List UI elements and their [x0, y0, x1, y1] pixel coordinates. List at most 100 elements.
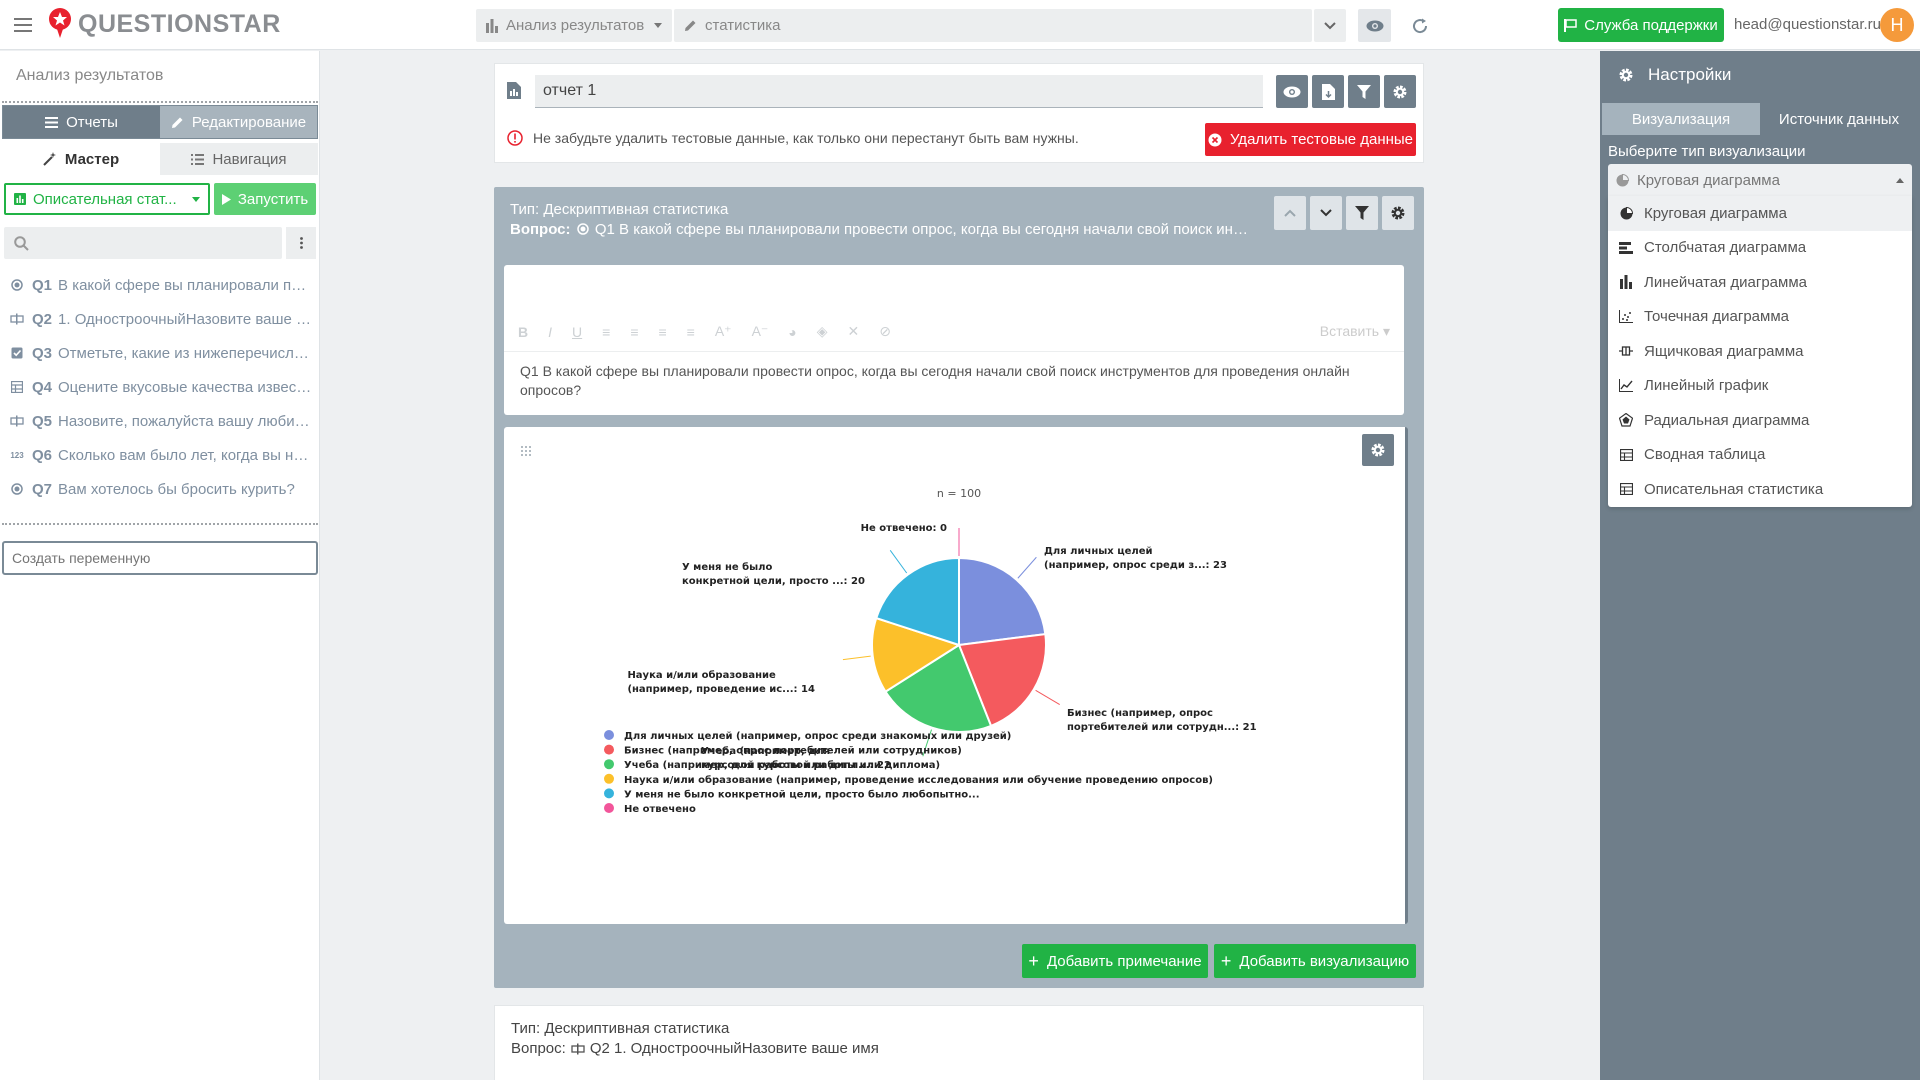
report-settings-button[interactable]	[1384, 75, 1416, 108]
box-plot-icon	[1618, 346, 1634, 356]
survey-dropdown-button[interactable]	[1314, 9, 1346, 42]
mode-reports-button[interactable]: Отчеты	[3, 106, 160, 138]
top-bar: QUESTIONSTAR Анализ результатов статисти…	[0, 0, 1920, 50]
user-email[interactable]: head@questionstar.ru	[1734, 16, 1881, 33]
legend-label: У меня не было конкретной цели, просто б…	[624, 788, 980, 800]
font-increase-icon[interactable]: A⁺	[715, 323, 732, 340]
survey-input[interactable]: статистика	[674, 9, 1312, 42]
menu-icon[interactable]	[14, 16, 34, 34]
vis-option-label: Круговая диаграмма	[1644, 204, 1787, 222]
search-input[interactable]	[37, 235, 272, 251]
bar-chart-icon	[1618, 275, 1634, 290]
vis-option-column[interactable]: Линейчатая диаграмма	[1608, 265, 1912, 300]
legend-marker	[604, 773, 614, 784]
tab-master[interactable]: Мастер	[2, 143, 160, 175]
bar-chart-icon	[486, 18, 498, 33]
run-button[interactable]: Запустить	[214, 183, 316, 215]
refresh-button[interactable]	[1406, 12, 1434, 40]
analysis-type-select[interactable]: Описательная стат...	[4, 183, 210, 215]
section-select[interactable]: Анализ результатов	[476, 9, 672, 42]
question-item-q3[interactable]: Q3 Отметьте, какие из нижеперечисленн...	[0, 336, 320, 370]
vis-option-pivot[interactable]: Сводная таблица	[1608, 438, 1912, 473]
more-options-button[interactable]	[286, 227, 316, 259]
report-export-button[interactable]	[1312, 75, 1344, 108]
align-left-icon[interactable]: ≡	[602, 324, 610, 340]
font-decrease-icon[interactable]: A⁻	[752, 323, 769, 340]
section-select-label: Анализ результатов	[506, 17, 645, 34]
palette-icon[interactable]: ◕	[788, 324, 796, 340]
clear-format-icon[interactable]: ✕	[848, 323, 860, 340]
chevron-down-icon	[1320, 209, 1332, 217]
vis-option-box[interactable]: Ящичковая диаграмма	[1608, 334, 1912, 369]
question-item-q7[interactable]: Q7 Вам хотелось бы бросить курить?	[0, 472, 320, 506]
report-name-input[interactable]: отчет 1	[535, 75, 1263, 108]
add-visualization-label: Добавить визуализацию	[1239, 952, 1410, 970]
avatar[interactable]: H	[1880, 8, 1914, 42]
question-number: Q1	[32, 276, 53, 294]
vis-option-descriptive[interactable]: Описательная статистика	[1608, 472, 1912, 507]
block-settings-button[interactable]	[1382, 196, 1414, 230]
scatter-icon	[1618, 310, 1634, 324]
support-button[interactable]: Служба поддержки	[1558, 8, 1724, 42]
question-item-q2[interactable]: Q2 1. ОдностроочныйНазовите ваше имя	[0, 302, 320, 336]
vis-option-scatter[interactable]: Точечная диаграмма	[1608, 300, 1912, 335]
editor-toolbar: B I U ≡ ≡ ≡ ≡ A⁺ A⁻ ◕ ◈ ✕ ⊘	[518, 323, 1390, 340]
vis-type-select[interactable]: Круговая диаграмма	[1608, 164, 1912, 196]
question-item-q4[interactable]: Q4 Оцените вкусовые качества известн...	[0, 370, 320, 404]
tab-data-source[interactable]: Источник данных	[1760, 103, 1918, 135]
question-number: Q7	[32, 480, 53, 498]
delete-test-data-button[interactable]: Удалить тестовые данные	[1205, 123, 1416, 156]
align-center-icon[interactable]: ≡	[630, 324, 638, 340]
move-down-button[interactable]	[1310, 196, 1342, 230]
align-justify-icon[interactable]: ≡	[687, 324, 695, 340]
vis-option-pie[interactable]: Круговая диаграмма	[1608, 196, 1912, 231]
preview-button[interactable]	[1358, 9, 1391, 42]
add-visualization-button[interactable]: + Добавить визуализацию	[1214, 944, 1416, 978]
analysis-type-label: Описательная стат...	[33, 190, 177, 208]
radar-chart-icon	[1618, 413, 1634, 427]
legend-label: Наука и/или образование (например, прове…	[624, 774, 1213, 786]
question-item-q1[interactable]: Q1 В какой сфере вы планировали пров...	[0, 268, 320, 302]
vis-option-label: Линейчатая диаграмма	[1644, 273, 1807, 291]
report-preview-button[interactable]	[1276, 75, 1308, 108]
chart-card: n = 100 Для личных целей (например, опрос …	[504, 427, 1408, 924]
support-label: Служба поддержки	[1584, 16, 1718, 34]
vis-option-radar[interactable]: Радиальная диаграмма	[1608, 403, 1912, 438]
drag-handle-icon[interactable]	[520, 445, 532, 457]
magic-wand-icon	[43, 152, 57, 166]
question-item-q6[interactable]: 123 Q6 Сколько вам было лет, когда вы на…	[0, 438, 320, 472]
radio-icon	[576, 223, 589, 235]
question-number: Q3	[32, 344, 53, 362]
vis-option-line[interactable]: Линейный график	[1608, 369, 1912, 404]
report-filter-button[interactable]	[1348, 75, 1380, 108]
move-up-button[interactable]	[1274, 196, 1306, 230]
mode-edit-button[interactable]: Редактирование	[160, 106, 317, 138]
create-variable-field[interactable]	[2, 541, 318, 575]
align-right-icon[interactable]: ≡	[658, 324, 666, 340]
chart-settings-button[interactable]	[1362, 434, 1394, 466]
legend-marker	[604, 803, 614, 813]
unlink-icon[interactable]: ⊘	[879, 323, 891, 340]
fill-color-icon[interactable]: ◈	[817, 323, 828, 340]
pie-chart-icon	[1616, 173, 1629, 187]
slice-connector	[1035, 689, 1060, 705]
tab-visualization[interactable]: Визуализация	[1602, 103, 1760, 135]
italic-icon[interactable]: I	[548, 324, 552, 340]
insert-dropdown[interactable]: Вставить ▾	[1320, 323, 1390, 340]
vis-option-bar[interactable]: Столбчатая диаграмма	[1608, 231, 1912, 266]
logo[interactable]: QUESTIONSTAR	[48, 8, 281, 40]
create-variable-input[interactable]	[12, 550, 308, 566]
question-prefix: Вопрос:	[510, 221, 571, 238]
block-filter-button[interactable]	[1346, 196, 1378, 230]
run-row: Описательная стат... Запустить	[4, 183, 316, 215]
tab-navigation[interactable]: Навигация	[160, 143, 318, 175]
bold-icon[interactable]: B	[518, 324, 528, 340]
underline-icon[interactable]: U	[572, 324, 582, 340]
vis-type-label: Выберите тип визуализации	[1608, 143, 1806, 160]
caret-down-icon	[654, 23, 662, 28]
vis-option-label: Ящичковая диаграмма	[1644, 342, 1804, 360]
note-editor[interactable]: B I U ≡ ≡ ≡ ≡ A⁺ A⁻ ◕ ◈ ✕ ⊘ Вставить ▾ Q…	[504, 265, 1404, 415]
question-item-q5[interactable]: Q5 Назовите, пожалуйста вашу любиму...	[0, 404, 320, 438]
add-note-button[interactable]: + Добавить примечание	[1022, 944, 1208, 978]
question-search[interactable]	[4, 227, 282, 259]
